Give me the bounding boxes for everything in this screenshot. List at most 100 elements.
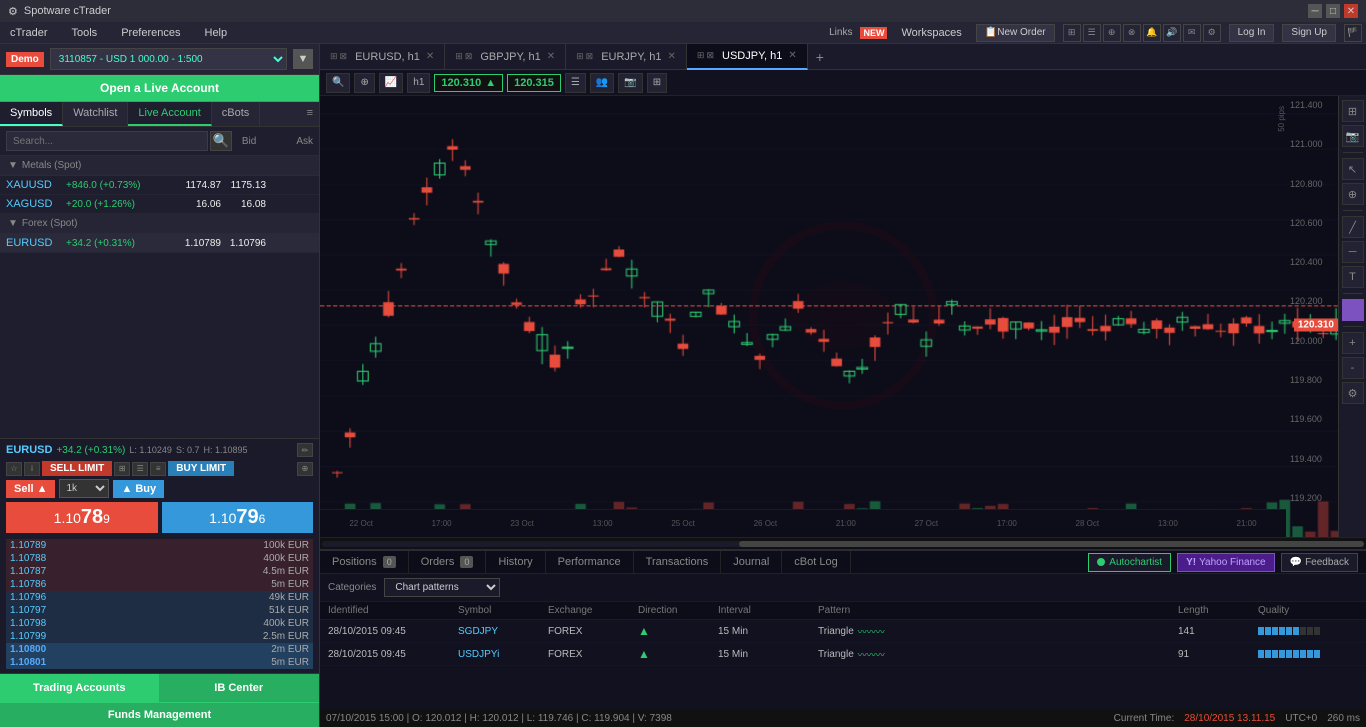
sell-limit-button[interactable]: SELL LIMIT [42,461,112,476]
menu-preferences[interactable]: Preferences [115,25,186,41]
ob-sell-3[interactable]: 1.10787 4.5m EUR [6,565,313,578]
ob-buy-4[interactable]: 1.10799 2.5m EUR [6,630,313,643]
cr-text-icon[interactable]: T [1342,266,1364,288]
eurusd-tab-close[interactable]: ✕ [426,51,434,62]
category-forex[interactable]: ▼ Forex (Spot) [0,214,319,234]
symbol-xagusd[interactable]: XAGUSD +20.0 (+1.26%) 16.06 16.08 [0,195,319,214]
quantity-select[interactable]: 1k 10k 100k [59,479,109,498]
open-live-account-banner[interactable]: Open a Live Account [0,75,319,102]
chart-settings-icon[interactable]: ☰ [565,73,586,93]
login-button[interactable]: Log In [1229,24,1275,42]
chart-area[interactable]: 121.400 121.000 120.800 120.600 120.400 … [320,96,1366,537]
cr-grid-icon[interactable]: ⊞ [1342,100,1364,122]
tab-live-account[interactable]: Live Account [128,102,211,126]
eurusd-detach-icon[interactable]: ⊠ [340,51,348,62]
eurjpy-popout-icon[interactable]: ⊞ [576,51,584,62]
tab-orders[interactable]: Orders 0 [409,551,487,573]
ob-buy-2[interactable]: 1.10797 51k EUR [6,604,313,617]
tw-star-icon[interactable]: ☆ [6,462,22,476]
chart-camera-icon[interactable]: 📷 [618,73,642,93]
links-label[interactable]: Links [829,27,852,38]
tab-cbots[interactable]: cBots [212,102,261,126]
tab-watchlist[interactable]: Watchlist [63,102,128,126]
search-button[interactable]: 🔍 [210,131,232,151]
feedback-button[interactable]: 💬 Feedback [1281,553,1358,572]
cr-hline-icon[interactable]: ─ [1342,241,1364,263]
sell-button[interactable]: Sell ▲ [6,480,55,498]
tab-history[interactable]: History [486,551,545,573]
minimize-button[interactable]: ─ [1308,4,1322,18]
toolbar-icon-8[interactable]: ⚙ [1203,24,1221,42]
scrollbar-thumb[interactable] [739,541,1364,547]
usdjpy-tab-close[interactable]: ✕ [788,50,796,61]
ob-buy-3[interactable]: 1.10798 400k EUR [6,617,313,630]
ob-sell-4[interactable]: 1.10786 5m EUR [6,578,313,591]
buy-price-box[interactable]: 1.10796 [162,502,314,533]
tw-grid2-icon[interactable]: ☰ [132,462,148,476]
chart-tab-usdjpy[interactable]: ⊞ ⊠ USDJPY, h1 ✕ [687,44,808,70]
search-input[interactable] [6,131,208,151]
tw-edit-icon[interactable]: ✏ [297,443,313,457]
chart-tab-eurusd[interactable]: ⊞ ⊠ EURUSD, h1 ✕ [320,44,445,70]
flag-icon[interactable]: 🏴 [1344,24,1362,42]
eurjpy-detach-icon[interactable]: ⊠ [586,51,594,62]
chart-indicator-icon[interactable]: 📈 [379,73,403,93]
chart-tab-eurjpy[interactable]: ⊞ ⊠ EURJPY, h1 ✕ [566,44,687,70]
cr-zoom-in-icon[interactable]: + [1342,332,1364,354]
cr-color-icon[interactable] [1342,299,1364,321]
tw-info-icon[interactable]: i [24,462,40,476]
ob-buy-6[interactable]: 1.10801 5m EUR [6,656,313,669]
buy-button[interactable]: ▲ Buy [113,480,164,498]
tab-cbotlog[interactable]: cBot Log [782,551,850,573]
cr-zoom-out-icon[interactable]: - [1342,357,1364,379]
menu-ctrader[interactable]: cTrader [4,25,54,41]
ob-buy-5[interactable]: 1.10800 2m EUR [6,643,313,656]
sell-price-box[interactable]: 1.10789 [6,502,158,533]
ob-sell-1[interactable]: 1.10789 100k EUR [6,539,313,552]
tw-expand-icon[interactable]: ⊕ [297,462,313,476]
category-metals[interactable]: ▼ Metals (Spot) [0,156,319,176]
toolbar-icon-3[interactable]: ⊕ [1103,24,1121,42]
buy-limit-button[interactable]: BUY LIMIT [168,461,234,476]
yahoo-finance-button[interactable]: Y! Yahoo Finance [1177,553,1275,572]
tw-grid3-icon[interactable]: ≡ [150,462,166,476]
table-row[interactable]: 28/10/2015 09:45 SGDJPY FOREX ▲ 15 Min T… [320,620,1366,643]
usdjpy-detach-icon[interactable]: ⊠ [706,50,714,61]
funds-management-button[interactable]: Funds Management [0,702,319,727]
toolbar-icon-6[interactable]: 🔊 [1163,24,1181,42]
chart-zoom-icon[interactable]: 🔍 [326,73,350,93]
chart-crosshair-icon[interactable]: ⊕ [354,73,374,93]
autochartist-button[interactable]: Autochartist [1088,553,1171,572]
toolbar-icon-7[interactable]: ✉ [1183,24,1201,42]
chart-tab-gbpjpy[interactable]: ⊞ ⊠ GBPJPY, h1 ✕ [445,44,566,70]
ob-sell-2[interactable]: 1.10788 400k EUR [6,552,313,565]
menu-help[interactable]: Help [199,25,234,41]
cr-trendline-icon[interactable]: ╱ [1342,216,1364,238]
menu-tools[interactable]: Tools [66,25,104,41]
tab-journal[interactable]: Journal [721,551,782,573]
tw-grid1-icon[interactable]: ⊞ [114,462,130,476]
symbol-eurusd[interactable]: EURUSD +34.2 (+0.31%) 1.10789 1.10796 [0,234,319,253]
new-order-button[interactable]: 📋 New Order [976,24,1055,42]
eurjpy-tab-close[interactable]: ✕ [668,51,676,62]
usdjpy-popout-icon[interactable]: ⊞ [697,50,705,61]
tab-symbols[interactable]: Symbols [0,102,63,126]
ob-buy-1[interactable]: 1.10796 49k EUR [6,591,313,604]
cr-cursor-icon[interactable]: ↖ [1342,158,1364,180]
tab-transactions[interactable]: Transactions [634,551,722,573]
signup-button[interactable]: Sign Up [1282,24,1336,42]
toolbar-icon-2[interactable]: ☰ [1083,24,1101,42]
cr-crosshair-icon[interactable]: ⊕ [1342,183,1364,205]
chart-scrollbar[interactable] [320,537,1366,549]
gbpjpy-popout-icon[interactable]: ⊞ [455,51,463,62]
chart-timeframe-label[interactable]: h1 [407,73,430,93]
cr-settings-icon[interactable]: ⚙ [1342,382,1364,404]
tab-positions[interactable]: Positions 0 [320,551,409,573]
workspaces-button[interactable]: Workspaces [895,25,967,41]
account-selector[interactable]: 3110857 - USD 1 000.00 - 1:500 [50,48,287,70]
chart-fullscreen-icon[interactable]: ⊞ [647,73,667,93]
toolbar-icon-1[interactable]: ⊞ [1063,24,1081,42]
gbpjpy-detach-icon[interactable]: ⊠ [465,51,473,62]
account-settings-icon[interactable]: ▼ [293,49,313,69]
trading-accounts-button[interactable]: Trading Accounts [0,674,160,702]
